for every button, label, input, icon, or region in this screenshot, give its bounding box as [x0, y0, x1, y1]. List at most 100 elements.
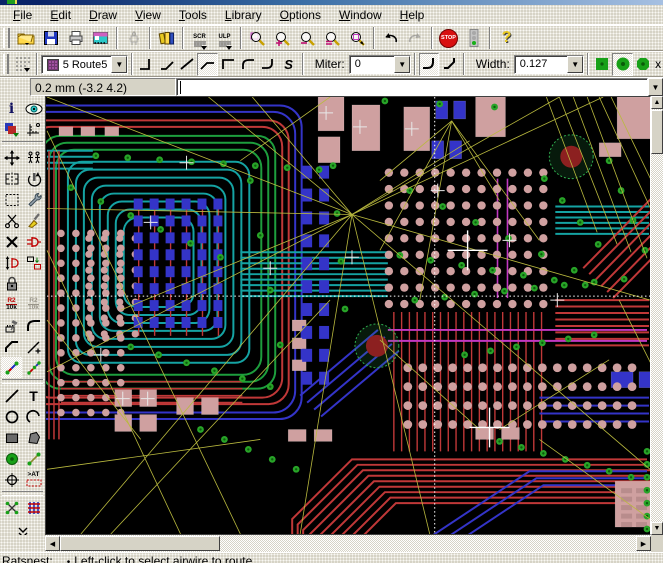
scroll-left-button[interactable]: ◀ [45, 536, 60, 551]
run-ulp-button[interactable]: ULP [212, 27, 237, 50]
vertical-scroll-track[interactable] [651, 154, 663, 522]
tool-route[interactable] [1, 357, 22, 378]
tool-unmiter[interactable] [1, 336, 22, 357]
tool-mark[interactable] [23, 119, 44, 140]
tool-info[interactable]: i [1, 98, 22, 119]
width-combo-arrow[interactable]: ▼ [567, 56, 583, 73]
miter-combo-arrow[interactable]: ▼ [394, 56, 410, 73]
tool-miter[interactable] [23, 315, 44, 336]
via-shape-round-button[interactable] [612, 53, 632, 76]
erc-button [121, 27, 146, 50]
menu-file[interactable]: File [4, 6, 41, 24]
zoom-in-button[interactable] [270, 27, 295, 50]
tool-hole[interactable] [1, 469, 22, 490]
tool-mirror[interactable] [1, 168, 22, 189]
tool-group[interactable] [1, 189, 22, 210]
tool-pinswap[interactable] [1, 252, 22, 273]
toolbar-gripper[interactable] [3, 54, 9, 74]
tool-rotate[interactable] [23, 168, 44, 189]
zoom-fit-button[interactable] [245, 27, 270, 50]
tool-circle[interactable] [1, 406, 22, 427]
tool-attribute[interactable]: >AT [23, 469, 44, 490]
run-script-button[interactable]: SCR [187, 27, 212, 50]
tool-wire[interactable] [1, 385, 22, 406]
bend-style-3-button[interactable] [177, 53, 197, 76]
save-button[interactable] [38, 27, 63, 50]
tool-change[interactable] [23, 189, 44, 210]
cam-processor-button[interactable] [88, 27, 113, 50]
bend-style-5-button[interactable] [218, 53, 238, 76]
tool-value[interactable]: R2 10k [23, 294, 44, 315]
board-canvas[interactable] [45, 96, 651, 535]
scroll-up-button[interactable]: ▲ [651, 96, 663, 109]
print-button[interactable] [63, 27, 88, 50]
menu-tools[interactable]: Tools [170, 6, 216, 24]
rect-icon [4, 430, 20, 446]
horizontal-scroll-track[interactable] [220, 535, 636, 552]
menu-draw[interactable]: Draw [80, 6, 126, 24]
miter-straight-button[interactable] [439, 53, 459, 76]
tool-name[interactable]: R2 10k [1, 294, 22, 315]
tool-copy[interactable] [23, 147, 44, 168]
tool-ratsnest[interactable] [1, 497, 22, 518]
tool-ripup[interactable] [23, 357, 44, 378]
bend-style-8-button[interactable]: S [278, 53, 298, 76]
tool-move[interactable] [1, 147, 22, 168]
tool-arc[interactable] [23, 406, 44, 427]
bend-style-7-button[interactable] [258, 53, 278, 76]
zoom-redraw-button[interactable] [320, 27, 345, 50]
tool-signal[interactable] [23, 448, 44, 469]
layer-combo[interactable]: 5 Route5 ▼ [41, 55, 129, 74]
miter-round-button[interactable] [419, 53, 439, 76]
tool-delete[interactable] [1, 231, 22, 252]
menu-edit[interactable]: Edit [41, 6, 80, 24]
tool-gateswap[interactable] [23, 252, 44, 273]
tool-cut[interactable] [1, 210, 22, 231]
go-button[interactable] [461, 27, 486, 50]
tool-paste[interactable] [23, 210, 44, 231]
bend-style-2-button[interactable] [157, 53, 177, 76]
scroll-right-button[interactable]: ▶ [636, 536, 651, 551]
library-button[interactable] [154, 27, 179, 50]
horizontal-scrollbar[interactable]: ◀ ▶ [45, 535, 651, 552]
tool-display-layers[interactable] [1, 119, 22, 140]
command-input[interactable] [176, 78, 648, 96]
tool-split[interactable] [23, 336, 44, 357]
menu-view[interactable]: View [126, 6, 170, 24]
tool-show[interactable] [23, 98, 44, 119]
vertical-scrollbar[interactable]: ▲ ▼ [651, 96, 663, 535]
menu-options[interactable]: Options [271, 6, 330, 24]
horizontal-scroll-thumb[interactable] [60, 536, 220, 551]
bend-style-6-button[interactable] [238, 53, 258, 76]
layer-combo-arrow[interactable]: ▼ [111, 56, 127, 73]
command-history-arrow[interactable]: ▼ [648, 78, 663, 96]
zoom-select-button[interactable] [345, 27, 370, 50]
stop-button[interactable]: STOP [436, 27, 461, 50]
tool-text[interactable]: T [23, 385, 44, 406]
tool-via[interactable] [1, 448, 22, 469]
bend-style-4-button[interactable] [197, 53, 217, 76]
via-shape-square-button[interactable] [592, 53, 612, 76]
miter-combo[interactable]: 0 ▼ [349, 55, 411, 74]
tool-smash[interactable] [1, 315, 22, 336]
tool-add[interactable] [23, 231, 44, 252]
vertical-scroll-thumb[interactable] [651, 110, 663, 154]
help-button[interactable]: ? [494, 27, 519, 50]
tool-polygon[interactable] [23, 427, 44, 448]
tool-auto[interactable] [23, 497, 44, 518]
menu-window[interactable]: Window [330, 6, 391, 24]
via-shape-octagon-button[interactable] [633, 53, 653, 76]
menu-library[interactable]: Library [216, 6, 271, 24]
corner-45-icon [4, 339, 20, 355]
bend-style-1-button[interactable] [136, 53, 156, 76]
toolbar-gripper[interactable] [3, 28, 10, 48]
undo-button[interactable] [378, 27, 403, 50]
zoom-out-button[interactable] [295, 27, 320, 50]
menu-help[interactable]: Help [391, 6, 434, 24]
tool-lock[interactable] [1, 273, 22, 294]
tool-rect[interactable] [1, 427, 22, 448]
scroll-down-button[interactable]: ▼ [651, 522, 663, 535]
open-button[interactable] [13, 27, 38, 50]
width-combo[interactable]: 0.127 ▼ [514, 55, 584, 74]
grid-button[interactable] [12, 53, 32, 76]
